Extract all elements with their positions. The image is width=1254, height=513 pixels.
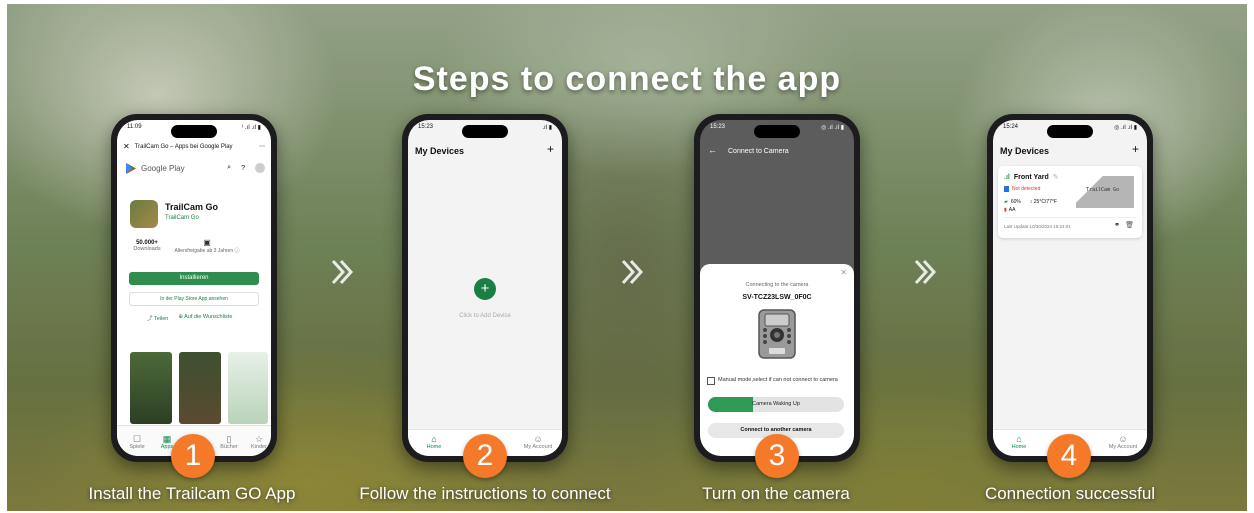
last-update: Last Update:10/30/2024 15:24:01 (1004, 224, 1071, 229)
google-play-logo-icon (126, 162, 136, 174)
edit-icon[interactable]: ✎ (1053, 173, 1059, 181)
search-icon[interactable]: ⌕ (227, 164, 231, 172)
status-time: 11:09 (127, 124, 142, 130)
install-button[interactable]: Installieren (129, 272, 259, 285)
dynamic-island (1047, 125, 1093, 138)
page-title: My Devices (1000, 146, 1050, 156)
google-play-screen: 11:09 ᵗ .ıl .ıl ▮ ✕ TrailCam Go – Apps b… (117, 120, 271, 456)
close-icon[interactable]: ✕ (840, 268, 847, 277)
back-arrow-icon[interactable]: ← (708, 145, 717, 155)
power-source: AA (1008, 207, 1016, 213)
my-devices-connected-screen: 15:24 ◎ .ıl .ıl ▮ My Devices + .ıl Front… (993, 120, 1147, 456)
status-icons: ◎ .ıl .ıl ▮ (1114, 125, 1137, 131)
battery-level: 60% (1010, 199, 1021, 205)
dialog-heading: Connecting to the camera (745, 282, 809, 288)
nav-account[interactable]: ☺ My Account (518, 434, 558, 450)
page-title: Connect to Camera (728, 148, 789, 155)
age-rating-label: Altersfreigabe ab 3 Jahren ⓘ (174, 248, 240, 254)
downloads-label: Downloads (133, 246, 161, 252)
app-name: TrailCam Go (165, 202, 219, 212)
status-time: 15:24 (1003, 124, 1019, 130)
thumbnail-text: TrailCam Go (1086, 187, 1120, 193)
open-in-store-button[interactable]: In der Play Store App ansehen (129, 292, 259, 306)
waking-label: Camera Waking Up (752, 401, 800, 407)
temperature: ↕ 25°C/77°F (1029, 199, 1057, 205)
status-icons: ◎ .ıl .ıl ▮ (821, 125, 844, 131)
step-caption: Install the Trailcam GO App (88, 484, 296, 503)
add-device-plus-icon[interactable]: + (1132, 142, 1139, 156)
page-headline: Steps to connect the app (412, 60, 842, 98)
camera-id: SV-TCZ23LSW_0F0C (742, 294, 812, 301)
trail-camera-icon (758, 309, 796, 359)
connecting-dialog: ✕ Connecting to the camera SV-TCZ23LSW_0… (700, 264, 854, 456)
add-device-button[interactable]: + (474, 278, 496, 300)
app-icon (130, 200, 158, 228)
nav-home[interactable]: ⌂ Home (999, 434, 1039, 450)
user-icon: ☺ (1118, 434, 1128, 444)
share-icon: ⤴ (147, 316, 153, 322)
status-icons: .ıl ▮ (542, 125, 552, 131)
phone-step-2: 15:23 .ıl ▮ My Devices + + Click to Add … (402, 114, 568, 462)
connect-camera-screen: 15:23 ◎ .ıl .ıl ▮ ← Connect to Camera ✕ … (700, 120, 854, 456)
home-icon: ⌂ (431, 434, 437, 444)
dynamic-island (171, 125, 217, 138)
nav-home[interactable]: ⌂ Home (414, 434, 454, 450)
status-icons: ᵗ .ıl .ıl ▮ (242, 125, 261, 131)
device-card[interactable]: .ıl Front Yard ✎ Not detected ▰ 60% ↕ 25… (998, 166, 1142, 238)
next-step-chevron-icon (621, 259, 644, 285)
battery-icon: ▰ (1004, 199, 1008, 205)
screenshot-thumbnail[interactable] (228, 352, 268, 424)
dynamic-island (462, 125, 508, 138)
status-time: 15:23 (710, 124, 726, 130)
sd-card-icon (1004, 186, 1009, 192)
bookmark-icon: ⊕ (178, 314, 183, 320)
nav-kids[interactable]: ☆ Kinder (239, 434, 271, 450)
delete-icon[interactable]: 🗑 (1125, 221, 1134, 229)
nav-account[interactable]: ☺ My Account (1103, 434, 1143, 450)
step-badge: 2 (463, 434, 507, 478)
user-icon: ☺ (533, 434, 543, 444)
manual-mode-checkbox[interactable] (707, 377, 715, 385)
page-title: TrailCam Go – Apps bei Google Play (134, 143, 233, 150)
status-time: 15:23 (418, 124, 434, 130)
phone-step-4: 15:24 ◎ .ıl .ıl ▮ My Devices + .ıl Front… (987, 114, 1153, 462)
share-button[interactable]: ⤴ Teilen (147, 314, 168, 322)
add-device-hint: Click to Add Device (459, 313, 511, 319)
step-caption: Connection successful (984, 484, 1156, 503)
screenshot-thumbnail[interactable] (179, 352, 221, 424)
dynamic-island (754, 125, 800, 138)
step-badge: 1 (171, 434, 215, 478)
signal-icon: .ıl (1004, 173, 1010, 181)
age-rating-icon: ▣ (203, 238, 211, 247)
device-status: Not detected (1012, 186, 1041, 192)
next-step-chevron-icon (331, 259, 354, 285)
page-title: My Devices (415, 146, 465, 156)
help-icon[interactable]: ? (241, 165, 245, 172)
step-badge: 3 (755, 434, 799, 478)
step-caption: Follow the instructions to connect (359, 484, 611, 503)
my-devices-empty-screen: 15:23 .ıl ▮ My Devices + + Click to Add … (408, 120, 562, 456)
link-icon[interactable]: ⚭ (1114, 221, 1120, 229)
waking-progress-bar: Camera Waking Up (708, 397, 844, 412)
step-badge: 4 (1047, 434, 1091, 478)
developer-link[interactable]: TrailCam Go (165, 215, 199, 221)
step-caption: Turn on the camera (702, 484, 850, 503)
home-icon: ⌂ (1016, 434, 1022, 444)
avatar[interactable] (255, 163, 265, 173)
store-name: Google Play (141, 163, 185, 173)
more-icon[interactable]: ⋯ (259, 143, 265, 150)
device-name: Front Yard (1013, 173, 1049, 181)
close-icon[interactable]: ✕ (123, 142, 130, 151)
device-thumbnail[interactable]: TrailCam Go (1076, 176, 1134, 208)
screenshot-thumbnail[interactable] (130, 352, 172, 424)
add-device-plus-icon[interactable]: + (547, 142, 554, 156)
next-step-chevron-icon (914, 259, 937, 285)
wishlist-button[interactable]: ⊕ Auf die Wunschliste (178, 314, 232, 322)
power-source-icon: ▮ (1004, 207, 1007, 213)
phone-step-3: 15:23 ◎ .ıl .ıl ▮ ← Connect to Camera ✕ … (694, 114, 860, 462)
manual-mode-label: Manual mode,select if can not connect to… (718, 377, 838, 383)
phone-step-1: 11:09 ᵗ .ıl .ıl ▮ ✕ TrailCam Go – Apps b… (111, 114, 277, 462)
